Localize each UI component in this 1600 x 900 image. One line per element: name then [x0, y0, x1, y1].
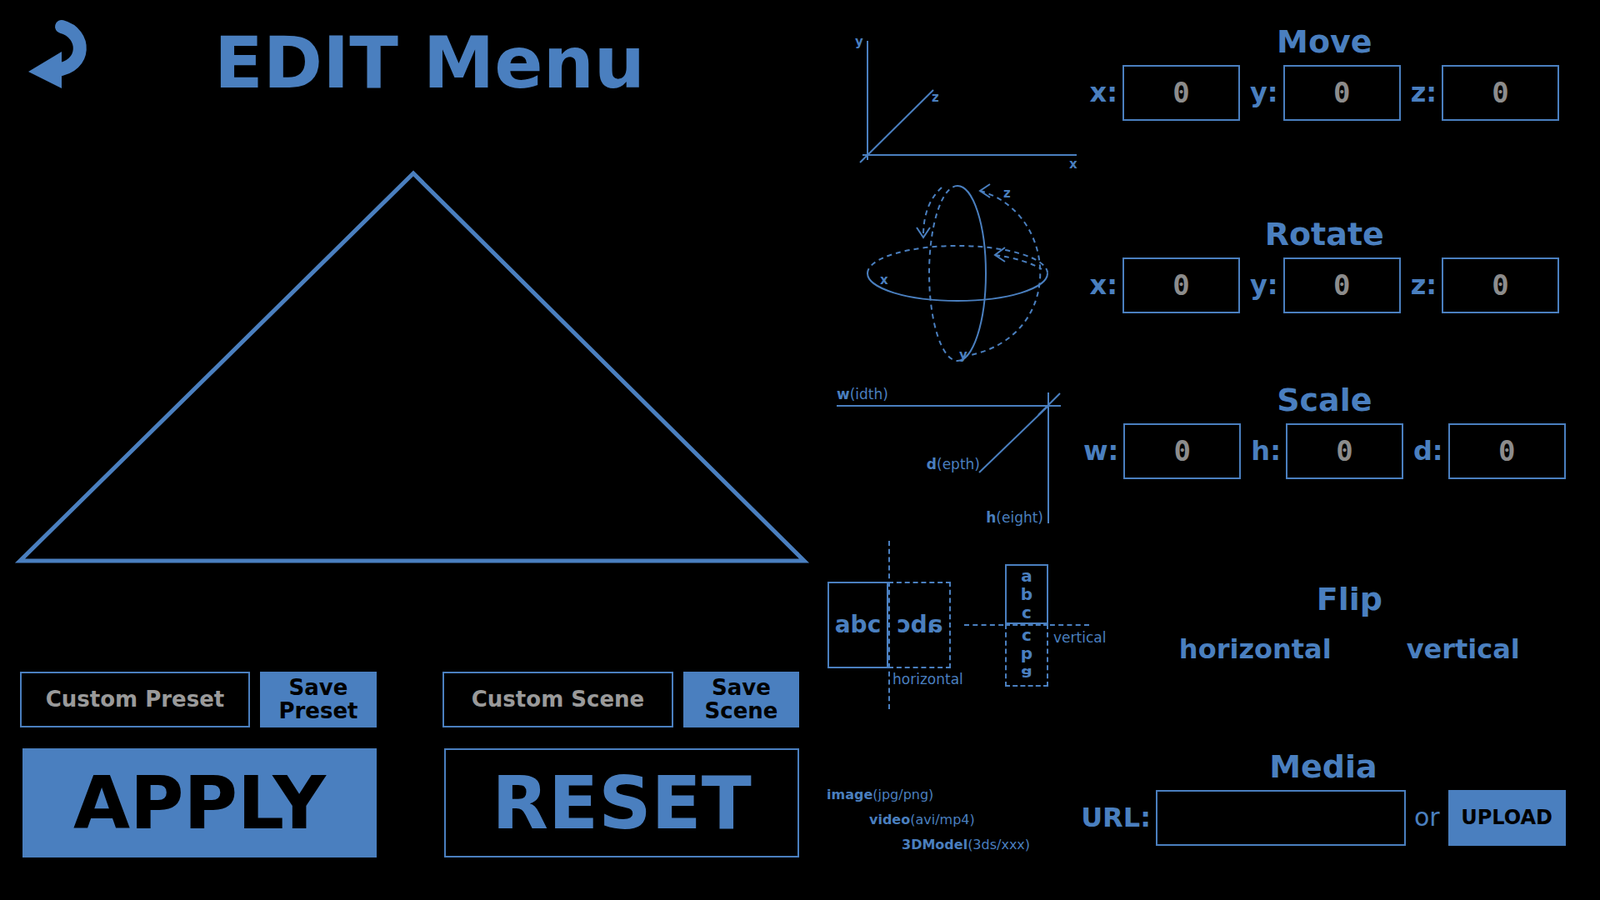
svg-text:y: y: [959, 347, 968, 363]
svg-text:y: y: [855, 34, 864, 50]
flip-diagram: abcabchorizontalabcabcvertical: [816, 537, 1134, 725]
svg-text:d(epth): d(epth): [926, 455, 980, 473]
apply-button[interactable]: APPLY: [22, 748, 377, 858]
edit-menu-screen: EDIT Menu Save Preset Save Scene APPLY RESET…: [0, 0, 1600, 900]
axis-field: y:: [1250, 257, 1401, 314]
flipped-vertical-box: abc: [1005, 624, 1049, 687]
section-title: Media: [1269, 748, 1377, 787]
axis-field: x:: [1090, 65, 1240, 121]
media-types: image(jpg/png) video(avi/mp4) 3DModel(3ds/…: [816, 725, 1050, 900]
axis-field: x:: [1090, 257, 1240, 314]
vertical-caption: vertical: [1053, 629, 1106, 647]
axis-field: z:: [1410, 65, 1560, 121]
axis-label: z:: [1410, 271, 1437, 299]
original-box: abc: [827, 581, 889, 669]
back-arrow-icon[interactable]: [20, 15, 89, 95]
media-row: URL: or UPLOAD: [1080, 790, 1566, 846]
field-row: x: y: z:: [1090, 65, 1560, 121]
flip-option[interactable]: horizontal: [1179, 632, 1332, 666]
svg-text:h(eight): h(eight): [985, 509, 1044, 526]
axis-label: x:: [1090, 271, 1118, 299]
reset-button[interactable]: RESET: [444, 748, 800, 858]
svg-text:z: z: [1003, 185, 1011, 201]
preset-input[interactable]: [20, 671, 250, 728]
axis-field: h:: [1250, 423, 1404, 480]
move-axes-icon: y z x: [816, 0, 1084, 180]
axis-input[interactable]: [1285, 423, 1404, 480]
axis-label: z:: [1410, 79, 1437, 106]
svg-text:z: z: [931, 90, 940, 105]
flip-option[interactable]: vertical: [1406, 632, 1520, 666]
axis-field: d:: [1413, 423, 1566, 480]
original-vertical-box: abc: [1005, 564, 1049, 625]
save-scene-button[interactable]: Save Scene: [683, 671, 800, 728]
axis-input[interactable]: [1441, 257, 1560, 314]
section-title: Move: [1276, 23, 1372, 62]
axis-field: y:: [1250, 65, 1401, 121]
axis-field: w:: [1083, 423, 1241, 480]
axis-input[interactable]: [1122, 257, 1240, 314]
svg-text:x: x: [880, 272, 889, 288]
axis-label: x:: [1090, 79, 1118, 106]
left-column: EDIT Menu Save Preset Save Scene APPLY RESET: [0, 0, 817, 900]
section-title: Flip: [1316, 580, 1383, 620]
rotate-section: x z y Rotate x: y: z:: [816, 179, 1600, 375]
flip-options: horizontal vertical: [1179, 632, 1520, 666]
field-row: x: y: z:: [1090, 257, 1560, 314]
scale-dimensions-icon: w(idth) d(epth) h(eight): [816, 375, 1084, 538]
field-row: w: h: d:: [1083, 423, 1566, 480]
url-label: URL:: [1080, 804, 1151, 831]
axis-label: d:: [1413, 437, 1444, 465]
right-column: y z x Move x: y: z: x z y Rotate x: y: z: w(idth) d(ept…: [816, 0, 1600, 900]
axis-input[interactable]: [1283, 65, 1401, 121]
mirrored-box: abc: [888, 581, 951, 669]
scene-input[interactable]: [442, 671, 674, 728]
or-label: or: [1414, 805, 1440, 830]
rotate-sphere-icon: x z y: [816, 179, 1084, 375]
axis-field: z:: [1410, 257, 1560, 314]
svg-text:x: x: [1069, 156, 1078, 172]
move-section: y z x Move x: y: z:: [816, 0, 1600, 180]
axis-label: h:: [1250, 437, 1281, 465]
header: EDIT Menu: [0, 0, 817, 159]
media-type: video(avi/mp4): [869, 811, 1050, 829]
axis-label: y:: [1250, 79, 1279, 106]
scale-section: w(idth) d(epth) h(eight) Scale w: h: d:: [816, 375, 1600, 538]
axis-label: w:: [1083, 437, 1119, 465]
url-input[interactable]: [1155, 790, 1406, 846]
axis-input[interactable]: [1441, 65, 1560, 121]
page-title: EDIT Menu: [214, 26, 645, 99]
action-row: APPLY RESET: [0, 748, 817, 858]
axis-input[interactable]: [1123, 423, 1241, 480]
axis-input[interactable]: [1122, 65, 1240, 121]
horizontal-caption: horizontal: [892, 670, 964, 689]
media-type: 3DModel(3ds/xxx): [901, 836, 1050, 854]
section-title: Rotate: [1265, 215, 1385, 255]
upload-button[interactable]: UPLOAD: [1448, 790, 1566, 846]
save-preset-button[interactable]: Save Preset: [260, 671, 377, 728]
flip-section: abcabchorizontalabcabcverticalFliphorizo…: [816, 537, 1600, 725]
save-row: Save Preset Save Scene: [0, 671, 817, 728]
axis-label: y:: [1250, 271, 1279, 299]
svg-text:w(idth): w(idth): [836, 385, 889, 403]
media-type: image(jpg/png): [826, 786, 1050, 804]
axis-input[interactable]: [1283, 257, 1401, 314]
preview-triangle-icon: [0, 158, 817, 575]
media-section: image(jpg/png) video(avi/mp4) 3DModel(3ds/…: [816, 725, 1600, 900]
axis-input[interactable]: [1448, 423, 1566, 480]
section-title: Scale: [1276, 381, 1372, 420]
